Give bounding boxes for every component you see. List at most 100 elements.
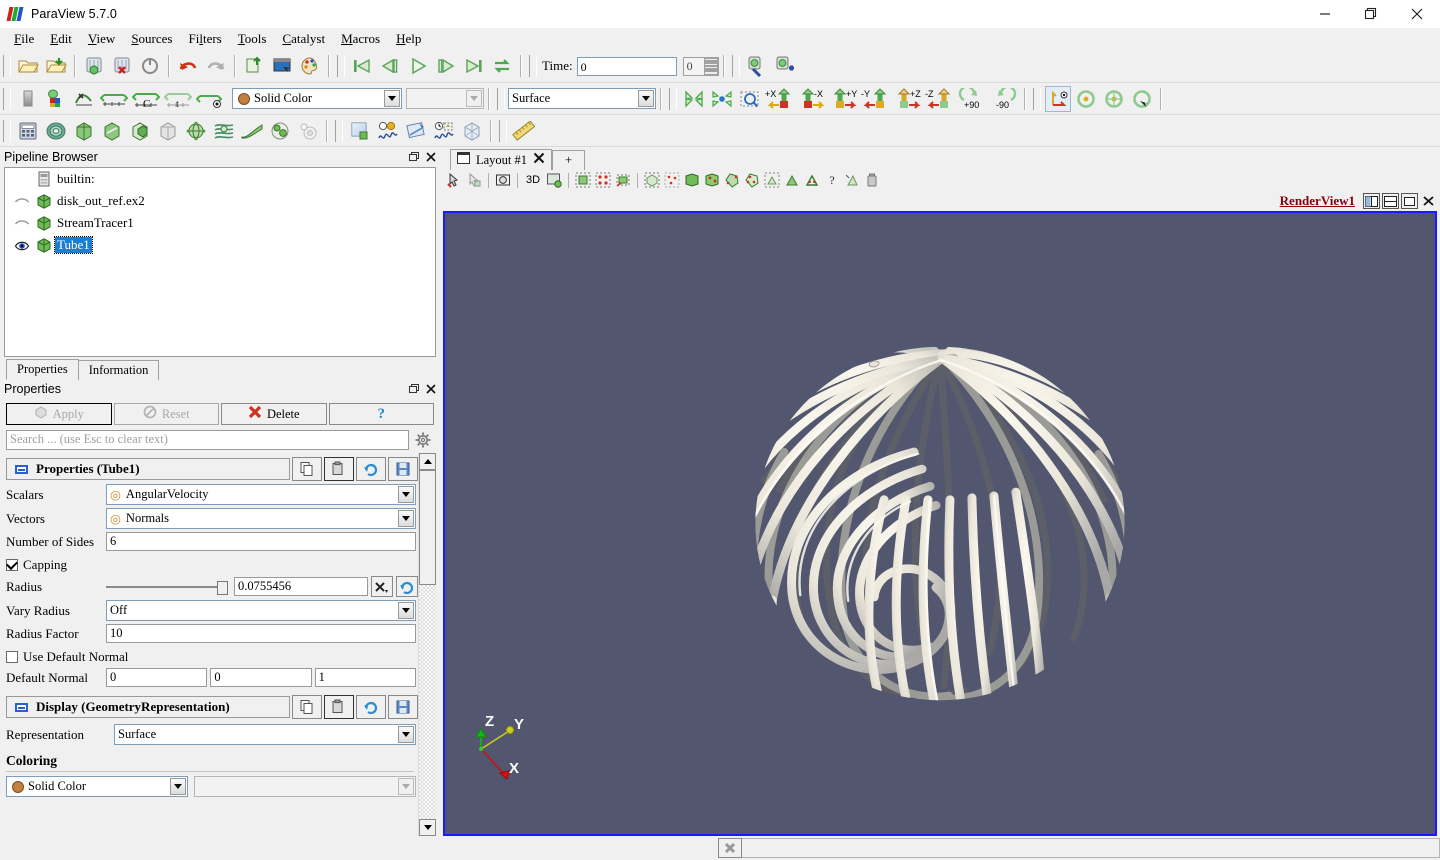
toolbar-grip[interactable] <box>731 55 740 77</box>
extract-subset-icon[interactable] <box>155 118 181 144</box>
hover-points-icon[interactable] <box>703 171 721 189</box>
split-horizontal-button[interactable] <box>1363 193 1380 209</box>
menu-macros[interactable]: Macros <box>333 29 388 49</box>
properties-scrollbar[interactable] <box>418 453 436 836</box>
vectors-combo[interactable]: ◎ Normals <box>106 508 416 529</box>
paste-icon[interactable] <box>324 695 354 719</box>
toolbar-grip[interactable] <box>3 119 11 142</box>
rescale-temporal-icon[interactable]: t <box>163 86 193 112</box>
hover-cells-icon[interactable] <box>683 171 701 189</box>
save-defaults-icon[interactable] <box>388 457 418 481</box>
tab-properties[interactable]: Properties <box>6 359 79 380</box>
plus-z-icon[interactable]: +Z <box>893 86 923 112</box>
toolbar-grip[interactable] <box>335 119 343 142</box>
calculator-icon[interactable] <box>15 118 41 144</box>
stream-tracer-icon[interactable] <box>211 118 237 144</box>
apply-button[interactable]: Apply <box>6 403 112 425</box>
help-button[interactable]: ? <box>328 403 434 425</box>
plot-over-line-icon[interactable] <box>375 118 401 144</box>
collapse-icon[interactable] <box>15 464 28 474</box>
select-polygon-cells-icon[interactable] <box>723 171 741 189</box>
show-center-axes-icon[interactable] <box>1045 85 1071 112</box>
rescale-data-range-icon[interactable] <box>99 86 129 112</box>
menu-sources[interactable]: Sources <box>123 29 180 49</box>
visibility-toggle-icon[interactable] <box>11 217 33 229</box>
next-frame-icon[interactable] <box>433 53 459 79</box>
coloring-combo-panel[interactable]: Solid Color <box>6 776 188 797</box>
close-view-button[interactable] <box>1420 193 1437 209</box>
toolbar-grip[interactable] <box>3 87 11 110</box>
save-state-icon[interactable] <box>81 53 107 79</box>
default-normal-y-input[interactable]: 0 <box>210 668 312 687</box>
extract-level-icon[interactable] <box>295 118 321 144</box>
collapse-icon[interactable] <box>15 702 28 712</box>
help-selection-icon[interactable]: ? <box>823 171 841 189</box>
menu-filters[interactable]: Filters <box>180 29 229 49</box>
first-frame-icon[interactable] <box>349 53 375 79</box>
menu-catalyst[interactable]: Catalyst <box>274 29 333 49</box>
delete-button[interactable]: Delete <box>221 403 327 425</box>
loop-icon[interactable] <box>489 53 515 79</box>
screenshot-icon[interactable] <box>269 53 295 79</box>
connect-server-icon[interactable] <box>241 53 267 79</box>
minus-x-icon[interactable]: -X <box>797 86 827 112</box>
zoom-to-box-icon[interactable] <box>737 86 763 112</box>
field-capping[interactable]: Capping <box>6 557 418 573</box>
tab-information[interactable]: Information <box>77 360 160 380</box>
radius-factor-input[interactable]: 10 <box>106 624 416 643</box>
chevron-down-icon[interactable] <box>398 510 414 527</box>
minus-z-icon[interactable]: -Z <box>925 86 955 112</box>
clear-selection-icon[interactable] <box>863 171 881 189</box>
copy-icon[interactable] <box>292 457 322 481</box>
minus-y-icon[interactable]: -Y <box>861 86 891 112</box>
threshold-icon[interactable] <box>127 118 153 144</box>
glyph-icon[interactable] <box>183 118 209 144</box>
add-macro-icon[interactable] <box>772 53 798 79</box>
scalars-combo[interactable]: ◎ AngularVelocity <box>106 484 416 505</box>
clip-icon[interactable] <box>71 118 97 144</box>
scroll-track[interactable] <box>419 585 436 819</box>
toolbar-grip[interactable] <box>529 55 537 77</box>
zoom-to-data-icon[interactable] <box>709 86 735 112</box>
rotate-center-icon[interactable] <box>1129 86 1155 112</box>
select-cells-icon[interactable] <box>465 171 483 189</box>
select-all-icon[interactable] <box>763 171 781 189</box>
rescale-visible-icon[interactable] <box>195 86 225 112</box>
toolbar-grip[interactable] <box>1033 87 1041 110</box>
redo-icon[interactable] <box>203 53 229 79</box>
camera-icon[interactable] <box>494 171 512 189</box>
pipeline-item-tube1[interactable]: Tube1 <box>5 234 435 256</box>
open-file-icon[interactable] <box>15 53 41 79</box>
menu-help[interactable]: Help <box>388 29 429 49</box>
undo-icon[interactable] <box>175 53 201 79</box>
coloring-component-panel[interactable] <box>194 776 416 797</box>
select-points-on-icon[interactable] <box>594 171 612 189</box>
gear-icon[interactable] <box>412 429 434 450</box>
coloring-component-combo[interactable] <box>406 88 484 109</box>
chevron-down-icon[interactable] <box>466 90 482 107</box>
field-use-default-normal[interactable]: Use Default Normal <box>6 649 418 665</box>
reset-center-icon[interactable] <box>1073 86 1099 112</box>
group-datasets-icon[interactable] <box>267 118 293 144</box>
copy-icon[interactable] <box>292 695 322 719</box>
use-default-normal-checkbox[interactable] <box>6 651 18 663</box>
radius-slider[interactable] <box>106 579 228 595</box>
maximize-view-button[interactable] <box>1401 193 1418 209</box>
minimize-button[interactable] <box>1302 0 1348 28</box>
rescale-custom-icon[interactable] <box>71 86 97 112</box>
scalar-bar-icon[interactable] <box>15 86 41 112</box>
render-view-3d[interactable]: X Y Z <box>443 211 1437 836</box>
menu-edit[interactable]: Edit <box>42 29 80 49</box>
select-cells-on-icon[interactable] <box>574 171 592 189</box>
undock-icon[interactable] <box>404 381 422 397</box>
select-frustum-cells-icon[interactable] <box>614 171 632 189</box>
open-recent-icon[interactable] <box>43 53 69 79</box>
edit-macros-icon[interactable] <box>744 53 770 79</box>
default-normal-z-input[interactable]: 1 <box>314 668 416 687</box>
number-of-sides-input[interactable]: 6 <box>106 532 416 551</box>
rotate-minus-90-icon[interactable]: -90 <box>989 86 1019 112</box>
view-3d-label[interactable]: 3D <box>523 171 543 189</box>
split-vertical-button[interactable] <box>1382 193 1399 209</box>
select-block-icon[interactable] <box>643 171 661 189</box>
extract-block-icon[interactable] <box>459 118 485 144</box>
